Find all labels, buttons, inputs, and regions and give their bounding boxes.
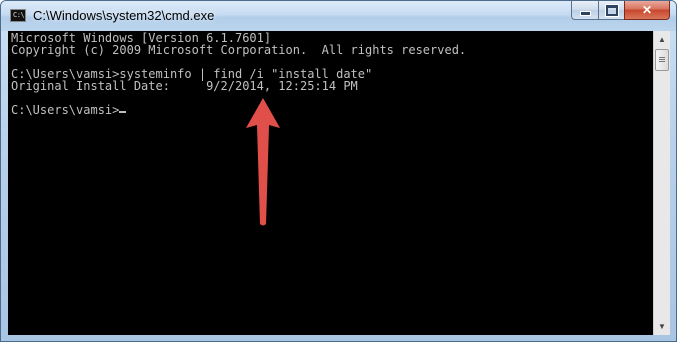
minimize-icon (579, 10, 591, 16)
console-output: Microsoft Windows [Version 6.1.7601] Copy… (11, 32, 466, 116)
cmd-icon-glyph: C:\ (13, 11, 25, 19)
close-button[interactable]: ✕ (624, 1, 670, 20)
console-line: Original Install Date: 9/2/2014, 12:25:1… (11, 79, 358, 93)
close-icon: ✕ (641, 3, 653, 17)
cmd-window: C:\ C:\Windows\system32\cmd.exe ✕ Micros… (0, 0, 677, 342)
caption-buttons: ✕ (571, 1, 670, 21)
console-prompt: C:\Users\vamsi> (11, 103, 120, 117)
grip-line (659, 57, 665, 58)
scroll-thumb[interactable] (655, 49, 669, 71)
maximize-button[interactable] (598, 1, 624, 20)
title-bar[interactable]: C:\ C:\Windows\system32\cmd.exe ✕ (1, 1, 676, 31)
window-title: C:\Windows\system32\cmd.exe (33, 8, 215, 23)
console-prompt-line: C:\Users\vamsi> (11, 104, 466, 116)
grip-line (659, 59, 665, 60)
console-line: Copyright (c) 2009 Microsoft Corporation… (11, 43, 467, 57)
red-arrow-up-icon (246, 98, 280, 226)
grip-line (659, 61, 665, 62)
maximize-icon (605, 4, 618, 16)
minimize-button[interactable] (571, 1, 598, 20)
scroll-down-button[interactable]: ▼ (654, 318, 670, 335)
chevron-up-icon: ▲ (658, 35, 666, 44)
console-area[interactable]: Microsoft Windows [Version 6.1.7601] Copy… (8, 31, 661, 335)
text-cursor (119, 111, 127, 113)
cmd-icon[interactable]: C:\ (10, 9, 26, 22)
chevron-down-icon: ▼ (658, 322, 666, 331)
scroll-up-button[interactable]: ▲ (654, 31, 670, 48)
arrow-shape (246, 98, 280, 226)
vertical-scrollbar[interactable]: ▲ ▼ (653, 31, 670, 335)
